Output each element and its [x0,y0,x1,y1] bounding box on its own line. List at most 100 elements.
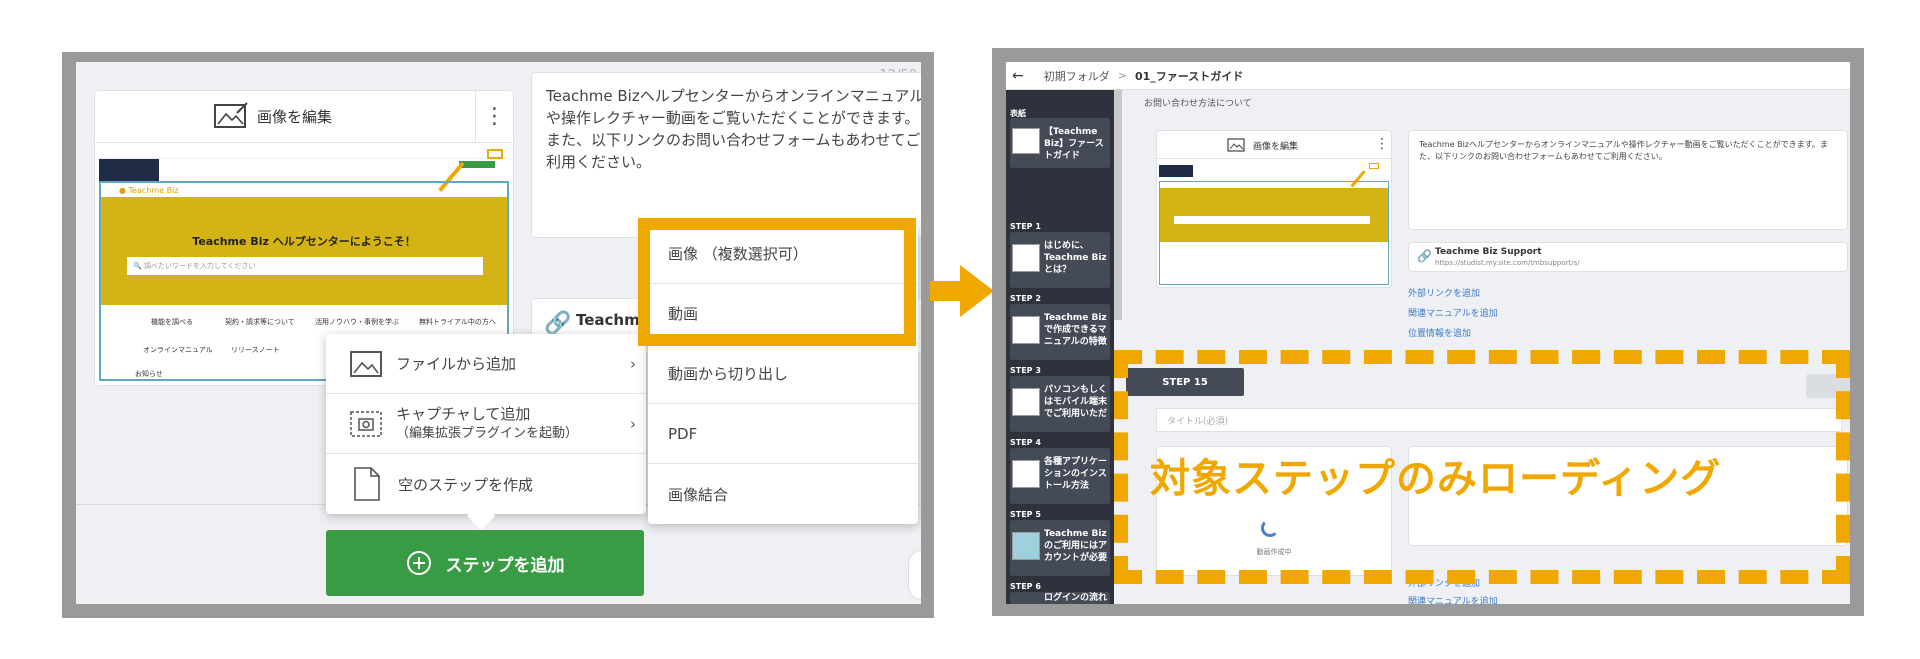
submenu-merge-image[interactable]: 画像結合 [648,464,918,524]
submenu-merge-label: 画像結合 [668,485,729,504]
add-related-manual[interactable]: 関連マニュアルを追加 [1408,306,1498,319]
link-title: Teachm [576,311,640,329]
mini-topbar [99,149,509,159]
step-2-label: STEP 2 [1010,294,1041,303]
top-step-text: お問い合わせ方法について [1144,99,1252,109]
add-step-menu: ファイルから追加 › キャプチャして追加 （編集拡張プラグインを起動） › 空の… [326,334,646,514]
more-vertical-icon: ⋮ [483,104,506,129]
left-editor-area: 12/50 画像を編集 ⋮ ● Teachme Biz Teachme Biz … [76,62,921,604]
sidebar-scrollbar[interactable] [1114,90,1122,320]
mini-highlight-box [487,149,503,159]
sidebar-step-1[interactable]: はじめに、Teachme Bizとは？ [1010,232,1110,288]
submenu-pdf-label: PDF [668,424,698,443]
step-4-title: 各種アプリケーションのインストール方法 [1044,457,1108,491]
description-text-small: Teachme Bizヘルプセンターからオンラインマニュアルや操作レクチャー動画… [1419,140,1828,161]
add-by-capture-sub: （編集拡張プラグインを起動） [396,425,579,441]
description-text: Teachme Bizヘルプセンターからオンラインマニュアルや操作レクチャー動画… [546,87,921,171]
image-more-button[interactable]: ⋮ [475,91,513,143]
step-1-title: はじめに、Teachme Bizとは？ [1044,241,1107,275]
step-3-title: パソコンもしくはモバイル端末でご利用いただ [1044,385,1108,419]
back-arrow-icon[interactable]: ← [1012,68,1024,84]
edit-image-button-small[interactable]: 画像を編集 [1227,137,1298,153]
image-edit-icon [214,102,248,128]
image-card-small: 画像を編集 ⋮ [1156,130,1392,288]
chevron-right-icon: › [630,414,636,433]
transition-arrow-icon [930,265,994,317]
mini-sidebar-small [1159,165,1193,177]
step-4-label: STEP 4 [1010,438,1041,447]
link-icon: 🔗 [544,311,572,336]
breadcrumb-separator: > [1117,69,1127,82]
step-2-title: Teachme Bizで作成できるマニュアルの特徴 [1044,313,1107,347]
mini-preview-small[interactable] [1159,163,1389,285]
step-6-label: STEP 6 [1010,582,1041,591]
camera-capture-icon [350,410,382,437]
edit-image-label: 画像を編集 [257,107,333,126]
link-icon: 🔗 [1417,249,1432,263]
description-card-small[interactable]: Teachme Bizヘルプセンターからオンラインマニュアルや操作レクチャー動画… [1408,130,1848,230]
create-empty-step-label: 空のステップを作成 [398,475,534,494]
add-by-capture-label: キャプチャして追加 [396,404,531,423]
link-card-small[interactable]: 🔗 Teachme Biz Support https://studist.my… [1408,242,1848,272]
step-1-label: STEP 1 [1010,222,1041,231]
mini-green-button [459,161,495,168]
sidebar-step-5[interactable]: Teachme Bizのご利用にはアカウントが必要 [1010,520,1110,576]
mini-banner: Teachme Biz ヘルプセンターにようこそ！ 🔍 調べたいワードを入力して… [101,197,507,305]
link-title-small: Teachme Biz Support [1435,247,1542,257]
mini-cat-3: 活用ノウハウ・事例を学ぶ [315,318,399,326]
mini-sidebar [99,159,159,181]
more-vertical-icon[interactable]: ⋮ [1375,136,1389,152]
submenu-pdf[interactable]: PDF [648,404,918,464]
step-3-thumb [1012,388,1040,416]
breadcrumb-current: 01_ファーストガイド [1134,69,1244,83]
mini-page-small [1159,181,1389,285]
image-file-icon [350,350,382,377]
step-2-thumb [1012,316,1040,344]
mini-cat-4: 無料トライアル中の方へ [419,318,496,326]
cover-title: 【Teachme Biz】ファーストガイド [1044,127,1104,161]
add-related-manual-2[interactable]: 関連マニュアルを追加 [1408,594,1498,604]
blank-page-icon [354,467,380,501]
add-external-link[interactable]: 外部リンクを追加 [1408,286,1480,299]
sidebar-cover[interactable]: 【Teachme Biz】ファーストガイド [1010,118,1110,168]
step-5-thumb [1012,532,1040,560]
step-sidebar: 表紙 【Teachme Biz】ファーストガイド STEP 1 はじめに、Tea… [1006,90,1114,604]
mini-search-small [1174,216,1370,224]
sidebar-step-3[interactable]: パソコンもしくはモバイル端末でご利用いただ [1010,376,1110,432]
sidebar-step-2[interactable]: Teachme Bizで作成できるマニュアルの特徴 [1010,304,1110,360]
step-5-label: STEP 5 [1010,510,1041,519]
add-by-capture-item[interactable]: キャプチャして追加 （編集拡張プラグインを起動） › [326,394,646,454]
scroll-edge [908,550,921,600]
loading-overlay-text: 対象ステップのみローディング [1150,456,1722,502]
mini-cat-6: リリースノート [231,346,280,354]
step-1-thumb [1012,244,1040,272]
create-empty-step-item[interactable]: 空のステップを作成 [326,454,646,514]
cover-thumb [1012,128,1040,154]
add-from-file-label: ファイルから追加 [396,355,517,373]
add-location[interactable]: 位置情報を追加 [1408,326,1471,339]
add-by-capture-text: キャプチャして追加 （編集拡張プラグインを起動） [396,405,578,443]
submenu-extract-video[interactable]: 動画から切り出し [648,344,918,404]
add-step-button[interactable]: ステップを追加 [326,530,644,596]
mini-banner-small [1160,188,1388,242]
step-3-label: STEP 3 [1010,366,1041,375]
step-4-thumb [1012,460,1040,488]
chevron-right-icon: › [630,354,636,373]
mini-logo: ● Teachme Biz [119,186,179,195]
right-editor-area: ← 初期フォルダ > 01_ファーストガイド 表紙 【Teachme Biz】フ… [1006,62,1850,604]
breadcrumb-parent[interactable]: 初期フォルダ [1044,68,1110,84]
mini-notice: お知らせ [135,370,163,378]
mini-cat-5: オンラインマニュアル [143,346,213,354]
description-card[interactable]: Teachme Bizヘルプセンターからオンラインマニュアルや操作レクチャー動画… [531,72,921,238]
mini-cat-1: 機能を調べる [151,318,193,326]
sidebar-step-4[interactable]: 各種アプリケーションのインストール方法 [1010,448,1110,504]
edit-image-button[interactable]: 画像を編集 [213,101,332,131]
step-6-title: ログインの流れ [1044,593,1108,603]
step-5-title: Teachme Bizのご利用にはアカウントが必要 [1044,529,1108,563]
mini-search-text: 調べたいワードを入力してください [143,262,256,270]
editor-header: ← 初期フォルダ > 01_ファーストガイド [1006,62,1850,90]
add-from-file-item[interactable]: ファイルから追加 › [326,334,646,394]
sidebar-step-6[interactable]: ログインの流れ [1010,592,1110,604]
highlight-box [638,218,916,346]
plus-circle-icon [406,551,431,575]
